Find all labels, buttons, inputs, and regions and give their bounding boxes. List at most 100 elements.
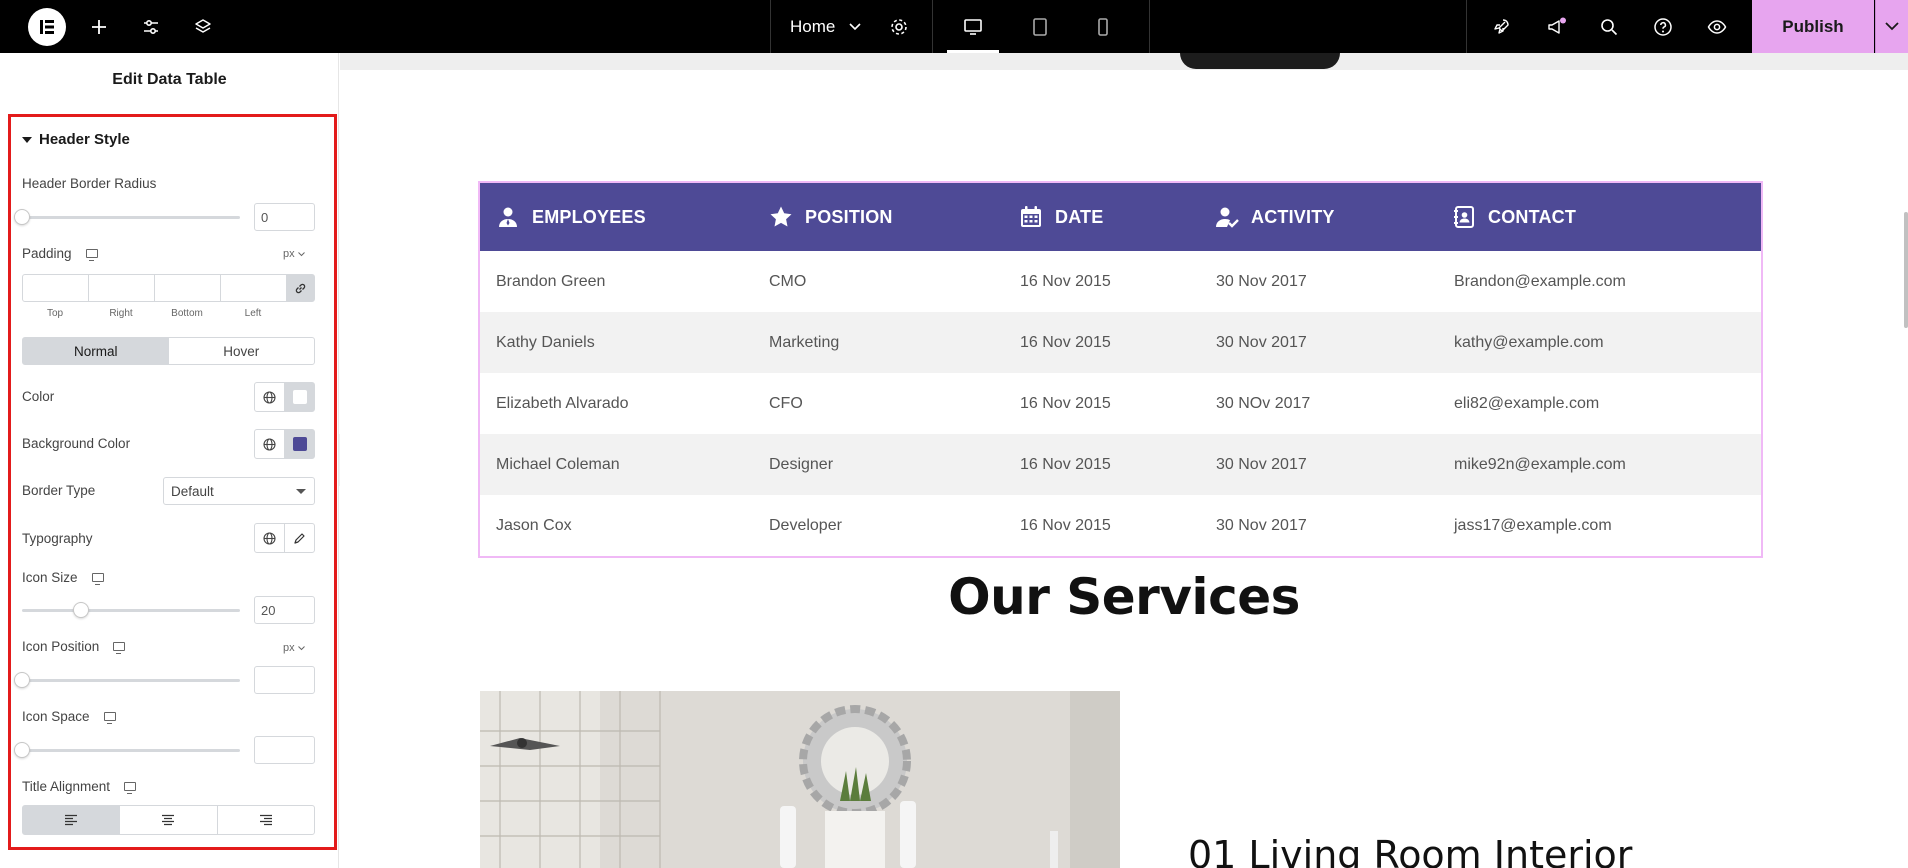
background-color-label: Background Color bbox=[22, 436, 131, 451]
table-cell: 30 Nov 2017 bbox=[1216, 272, 1307, 290]
table-cell: CMO bbox=[769, 272, 807, 290]
title-alignment-label: Title Alignment bbox=[22, 779, 111, 794]
padding-caption-right: Right bbox=[109, 308, 133, 319]
mobile-icon[interactable] bbox=[1092, 0, 1114, 53]
layers-icon[interactable] bbox=[192, 0, 214, 53]
sliders-icon[interactable] bbox=[140, 0, 162, 53]
icon-position-slider-handle[interactable] bbox=[14, 672, 30, 688]
desktop-icon[interactable] bbox=[113, 642, 126, 654]
elementor-logo-icon[interactable] bbox=[28, 8, 66, 46]
icon-position-unit-select[interactable]: px bbox=[283, 642, 305, 654]
desktop-icon[interactable] bbox=[85, 249, 98, 261]
section-title: Header Style bbox=[39, 131, 130, 148]
help-icon[interactable] bbox=[1652, 0, 1674, 53]
preview-canvas: EMPLOYEES POSITION DATE ACTIVITY CONTACT… bbox=[340, 53, 1908, 868]
publish-options-button[interactable] bbox=[1875, 0, 1908, 53]
table-cell: 30 Nov 2017 bbox=[1216, 516, 1307, 534]
border-type-label: Border Type bbox=[22, 483, 96, 498]
color-swatch bbox=[292, 390, 307, 404]
padding-caption-bottom: Bottom bbox=[171, 308, 203, 319]
tab-normal[interactable]: Normal bbox=[23, 338, 169, 364]
living-room-image bbox=[480, 691, 1120, 868]
link-values-button[interactable] bbox=[287, 275, 314, 301]
star-icon bbox=[770, 206, 792, 227]
panel-title: Edit Data Table bbox=[112, 70, 227, 88]
table-cell: Brandon Green bbox=[496, 272, 606, 290]
align-left-button[interactable] bbox=[23, 806, 121, 834]
tab-hover[interactable]: Hover bbox=[169, 338, 315, 364]
global-fonts-button[interactable] bbox=[255, 524, 285, 552]
icon-space-input[interactable] bbox=[254, 736, 315, 764]
eye-icon[interactable] bbox=[1706, 0, 1728, 53]
hero-image-bottom bbox=[340, 53, 1908, 70]
add-icon[interactable] bbox=[88, 0, 110, 53]
page-selector[interactable]: Home bbox=[790, 0, 861, 53]
padding-left-input[interactable] bbox=[221, 275, 287, 301]
table-cell: Jason Cox bbox=[496, 516, 572, 534]
table-cell: 30 Nov 2017 bbox=[1216, 455, 1307, 473]
icon-size-slider-track[interactable] bbox=[22, 609, 240, 612]
user-check-icon bbox=[1216, 207, 1239, 228]
column-header-position: POSITION bbox=[769, 183, 893, 251]
rocket-icon[interactable] bbox=[1490, 0, 1512, 53]
header-border-radius-input[interactable]: 0 bbox=[254, 203, 315, 231]
section-header-style[interactable]: Header Style bbox=[22, 131, 130, 148]
icon-size-input[interactable]: 20 bbox=[254, 596, 315, 624]
canvas-scrollbar[interactable] bbox=[1904, 212, 1908, 328]
title-alignment-label-row: Title Alignment bbox=[22, 779, 137, 794]
padding-top-input[interactable] bbox=[23, 275, 89, 301]
search-icon[interactable] bbox=[1598, 0, 1620, 53]
border-type-select[interactable]: Default bbox=[163, 477, 315, 505]
global-colors-button[interactable] bbox=[255, 430, 285, 458]
column-header-activity: ACTIVITY bbox=[1215, 183, 1335, 251]
megaphone-icon[interactable] bbox=[1545, 0, 1567, 53]
icon-space-slider-track[interactable] bbox=[22, 749, 240, 752]
edit-typography-button[interactable] bbox=[285, 524, 314, 552]
table-cell: Michael Coleman bbox=[496, 455, 620, 473]
column-header-date: DATE bbox=[1019, 183, 1103, 251]
icon-position-slider-track[interactable] bbox=[22, 679, 240, 682]
background-color-control bbox=[254, 429, 315, 459]
table-cell: eli82@example.com bbox=[1454, 394, 1600, 412]
icon-size-slider-handle[interactable] bbox=[72, 602, 89, 618]
padding-right-input[interactable] bbox=[89, 275, 155, 301]
hero-image-detail bbox=[1180, 53, 1340, 69]
align-center-button[interactable] bbox=[120, 806, 218, 834]
global-colors-button[interactable] bbox=[255, 383, 285, 411]
table-cell: Designer bbox=[769, 455, 834, 473]
padding-bottom-input[interactable] bbox=[155, 275, 221, 301]
header-border-radius-label: Header Border Radius bbox=[22, 176, 157, 191]
icon-position-unit: px bbox=[283, 642, 295, 654]
column-header-label: DATE bbox=[1055, 206, 1104, 227]
desktop-icon[interactable] bbox=[103, 712, 116, 724]
padding-unit-select[interactable]: px bbox=[283, 248, 305, 260]
desktop-icon[interactable] bbox=[962, 0, 984, 53]
desktop-icon[interactable] bbox=[91, 573, 104, 585]
divider bbox=[770, 0, 771, 53]
icon-size-label-row: Icon Size bbox=[22, 570, 104, 585]
gear-icon[interactable] bbox=[888, 0, 910, 53]
padding-caption-left: Left bbox=[244, 308, 262, 319]
align-right-button[interactable] bbox=[218, 806, 314, 834]
data-table[interactable]: EMPLOYEES POSITION DATE ACTIVITY CONTACT… bbox=[478, 181, 1763, 558]
header-border-radius-slider-track[interactable] bbox=[22, 216, 240, 219]
table-row: Michael Coleman Designer 16 Nov 2015 30 … bbox=[480, 434, 1761, 495]
align-center-icon bbox=[162, 814, 175, 826]
table-cell: mike92n@example.com bbox=[1454, 455, 1626, 473]
globe-icon bbox=[263, 390, 276, 404]
living-room-photo bbox=[480, 691, 1120, 868]
publish-button[interactable]: Publish bbox=[1752, 0, 1874, 53]
color-picker[interactable] bbox=[285, 383, 314, 411]
desktop-icon[interactable] bbox=[124, 782, 137, 794]
chevron-down-icon bbox=[297, 645, 305, 650]
color-label: Color bbox=[22, 389, 55, 404]
chevron-down-icon bbox=[849, 22, 861, 30]
header-border-radius-slider-handle[interactable] bbox=[14, 209, 30, 225]
icon-space-slider-handle[interactable] bbox=[14, 742, 30, 758]
top-bar: Home Publish bbox=[0, 0, 1908, 53]
tablet-icon[interactable] bbox=[1029, 0, 1051, 53]
divider bbox=[932, 0, 933, 53]
align-right-icon bbox=[259, 814, 272, 826]
background-color-picker[interactable] bbox=[285, 430, 314, 458]
icon-position-input[interactable] bbox=[254, 666, 315, 694]
